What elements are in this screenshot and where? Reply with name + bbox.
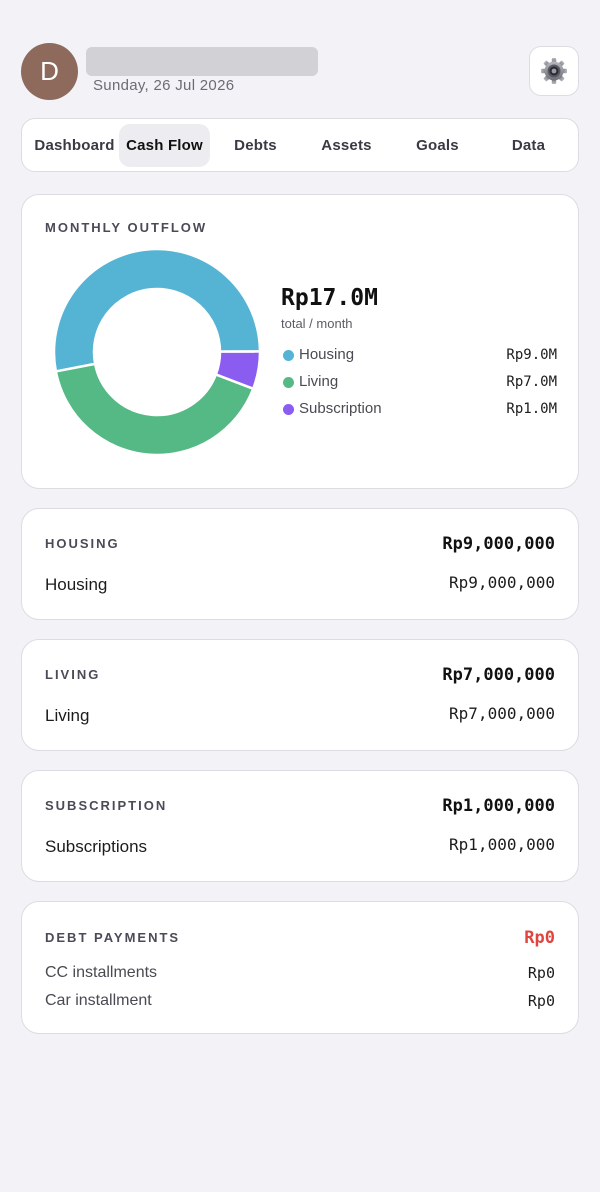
subscription-title: SUBSCRIPTION — [45, 798, 168, 813]
housing-card[interactable]: HOUSING Rp9,000,000 Housing Rp9,000,000 — [21, 508, 579, 620]
tab-cash-flow[interactable]: Cash Flow — [119, 124, 210, 167]
legend-amount: Rp7.0M — [506, 374, 557, 390]
debt-row-value-cc: Rp0 — [527, 964, 555, 982]
debt-row-value-car: Rp0 — [527, 992, 555, 1010]
housing-row-label: Housing — [45, 575, 108, 594]
avatar[interactable]: D — [21, 43, 78, 100]
living-row-label: Living — [45, 706, 90, 725]
legend-dot-subscription — [283, 404, 294, 415]
current-date: Sunday, 26 Jul 2026 — [93, 77, 235, 94]
housing-total: Rp9,000,000 — [442, 534, 555, 554]
legend-amount: Rp1.0M — [506, 401, 557, 417]
legend-label: Housing — [299, 346, 355, 363]
debt-title: DEBT PAYMENTS — [45, 930, 181, 945]
tab-goals[interactable]: Goals — [392, 124, 483, 167]
tab-debts[interactable]: Debts — [210, 124, 301, 167]
legend-dot-living — [283, 377, 294, 388]
legend-item-living: Living Rp7.0M — [281, 372, 557, 392]
outflow-total-caption: total / month — [281, 316, 353, 331]
debt-payments-card[interactable]: DEBT PAYMENTS Rp0 CC installments Rp0 Ca… — [21, 901, 579, 1034]
legend-amount: Rp9.0M — [506, 347, 557, 363]
debt-total: Rp0 — [524, 928, 555, 948]
legend-label: Subscription — [299, 400, 382, 417]
living-card[interactable]: LIVING Rp7,000,000 Living Rp7,000,000 — [21, 639, 579, 751]
outflow-title: MONTHLY OUTFLOW — [45, 220, 208, 235]
legend-label: Living — [299, 373, 339, 390]
living-total: Rp7,000,000 — [442, 665, 555, 685]
legend-item-subscription: Subscription Rp1.0M — [281, 399, 557, 419]
outflow-total: Rp17.0M — [281, 285, 378, 311]
subscription-row-label: Subscriptions — [45, 837, 148, 856]
subscription-row-value: Rp1,000,000 — [449, 835, 555, 854]
living-row-value: Rp7,000,000 — [449, 704, 555, 723]
subscription-total: Rp1,000,000 — [442, 796, 555, 816]
tab-assets[interactable]: Assets — [301, 124, 392, 167]
user-name-placeholder — [86, 47, 318, 76]
outflow-donut-chart — [54, 249, 260, 455]
tab-data[interactable]: Data — [483, 124, 574, 167]
debt-row-label-cc: CC installments — [45, 964, 158, 981]
header: D Sunday, 26 Jul 2026 — [21, 43, 579, 100]
tab-dashboard[interactable]: Dashboard — [28, 124, 121, 167]
tab-bar: Dashboard Cash Flow Debts Assets Goals D… — [21, 118, 579, 172]
legend-dot-housing — [283, 350, 294, 361]
gear-icon — [541, 58, 567, 84]
housing-row-value: Rp9,000,000 — [449, 573, 555, 592]
debt-row-label-car: Car installment — [45, 992, 152, 1009]
avatar-initial: D — [40, 56, 59, 86]
housing-title: HOUSING — [45, 536, 120, 551]
legend-item-housing: Housing Rp9.0M — [281, 345, 557, 365]
settings-button[interactable] — [529, 46, 579, 96]
living-title: LIVING — [45, 667, 101, 682]
subscription-card[interactable]: SUBSCRIPTION Rp1,000,000 Subscriptions R… — [21, 770, 579, 882]
monthly-outflow-card: MONTHLY OUTFLOW Rp17.0M total / month Ho… — [21, 194, 579, 489]
